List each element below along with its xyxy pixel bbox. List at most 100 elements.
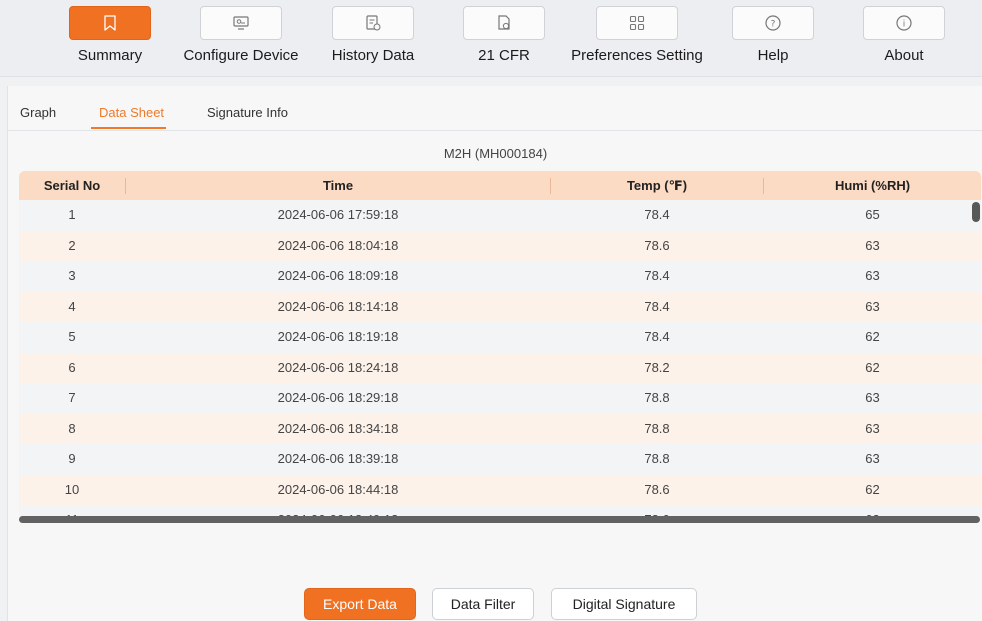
history-document-icon	[366, 15, 381, 31]
cell-time: 2024-06-06 18:09:18	[277, 268, 399, 283]
nav-about-button[interactable]: i	[863, 6, 945, 40]
file-compliance-icon	[498, 15, 510, 30]
table-row[interactable]: 7 2024-06-06 18:29:18 78.8 63	[19, 383, 981, 414]
cell-serial-no: 5	[68, 329, 76, 344]
tab-signature-info[interactable]: Signature Info	[207, 105, 288, 120]
cell-time: 2024-06-06 18:44:18	[277, 481, 399, 497]
column-header-humi[interactable]: Humi (%RH)	[764, 171, 981, 200]
nav-configure-device-button[interactable]	[200, 6, 282, 40]
nav-about-label: About	[884, 47, 924, 64]
info-circle-icon: i	[896, 15, 912, 31]
cell-serial-no: 3	[68, 268, 76, 283]
view-tabs: Graph Data Sheet Signature Info	[8, 86, 982, 131]
cell-time: 2024-06-06 18:19:18	[277, 329, 399, 344]
cell-time: 2024-06-06 18:34:18	[277, 420, 399, 436]
cell-humi: 63	[865, 390, 880, 405]
cell-time: 2024-06-06 17:59:18	[277, 207, 399, 222]
cell-time: 2024-06-06 18:39:18	[277, 451, 399, 466]
nav-summary[interactable]: Summary	[40, 0, 180, 76]
cell-temp: 78.4	[644, 329, 670, 344]
cell-temp: 78.2	[644, 359, 670, 375]
cell-temp: 78.8	[644, 451, 670, 466]
table-row[interactable]: 3 2024-06-06 18:09:18 78.4 63	[19, 261, 981, 292]
cell-time: 2024-06-06 18:04:18	[277, 237, 399, 253]
content-panel: Graph Data Sheet Signature Info M2H (MH0…	[7, 86, 982, 621]
nav-preferences-setting-label: Preferences Setting	[571, 47, 703, 64]
top-navigation: Summary Configure Device History Data 21…	[0, 0, 982, 77]
cell-humi: 63	[865, 237, 880, 253]
table-row[interactable]: 10 2024-06-06 18:44:18 78.6 62	[19, 474, 981, 505]
active-tab-indicator	[91, 127, 166, 129]
device-title: M2H (MH000184)	[443, 146, 548, 161]
cell-temp: 78.4	[644, 207, 670, 222]
nav-summary-label: Summary	[77, 47, 143, 64]
cell-serial-no: 2	[68, 237, 76, 253]
cell-humi: 62	[865, 481, 880, 497]
nav-help-button[interactable]: ?	[732, 6, 814, 40]
cell-serial-no: 1	[68, 207, 76, 222]
export-data-button[interactable]: Export Data	[304, 588, 416, 620]
cell-serial-no: 9	[68, 451, 76, 466]
nav-history-data[interactable]: History Data	[303, 0, 443, 76]
nav-help[interactable]: ? Help	[703, 0, 843, 76]
nav-history-data-label: History Data	[331, 47, 415, 64]
cell-humi: 63	[865, 451, 880, 466]
cell-humi: 62	[865, 359, 880, 375]
data-table: Serial No Time Temp (℉) Humi (%RH) 1 202…	[19, 171, 981, 518]
cell-temp: 78.6	[644, 237, 670, 253]
cell-temp: 78.4	[644, 298, 670, 314]
cell-humi: 62	[865, 329, 880, 344]
cell-serial-no: 6	[68, 359, 76, 375]
cell-temp: 78.8	[644, 420, 670, 436]
column-header-serial-no[interactable]: Serial No	[19, 171, 125, 200]
table-header: Serial No Time Temp (℉) Humi (%RH)	[19, 171, 981, 200]
cell-temp: 78.4	[644, 268, 670, 283]
tab-data-sheet[interactable]: Data Sheet	[99, 105, 164, 120]
nav-history-data-button[interactable]	[332, 6, 414, 40]
tab-graph[interactable]: Graph	[20, 105, 56, 120]
vertical-scrollbar[interactable]	[972, 202, 980, 222]
nav-21-cfr-label: 21 CFR	[478, 47, 530, 64]
svg-text:i: i	[903, 20, 906, 30]
nav-preferences-setting-button[interactable]	[596, 6, 678, 40]
cell-serial-no: 10	[64, 481, 80, 497]
cell-time: 2024-06-06 18:29:18	[277, 390, 399, 405]
table-row[interactable]: 4 2024-06-06 18:14:18 78.4 63	[19, 291, 981, 322]
nav-summary-button[interactable]	[69, 6, 151, 40]
cell-serial-no: 8	[68, 420, 76, 436]
table-row[interactable]: 1 2024-06-06 17:59:18 78.4 65	[19, 200, 981, 231]
cell-temp: 78.8	[644, 390, 670, 405]
nav-configure-device-label: Configure Device	[183, 47, 299, 64]
nav-help-label: Help	[757, 47, 789, 64]
cell-serial-no: 4	[68, 298, 76, 314]
device-monitor-icon	[233, 16, 249, 30]
cell-temp: 78.6	[644, 481, 670, 497]
digital-signature-button[interactable]: Digital Signature	[551, 588, 697, 620]
data-filter-button[interactable]: Data Filter	[432, 588, 534, 620]
grid-settings-icon	[629, 15, 645, 31]
cell-time: 2024-06-06 18:24:18	[277, 359, 399, 375]
table-row[interactable]: 6 2024-06-06 18:24:18 78.2 62	[19, 352, 981, 383]
table-row[interactable]: 9 2024-06-06 18:39:18 78.8 63	[19, 444, 981, 475]
bookmark-icon	[104, 15, 116, 31]
cell-humi: 63	[865, 268, 880, 283]
cell-serial-no: 7	[68, 390, 76, 405]
nav-about[interactable]: i About	[834, 0, 974, 76]
nav-configure-device[interactable]: Configure Device	[171, 0, 311, 76]
table-row[interactable]: 5 2024-06-06 18:19:18 78.4 62	[19, 322, 981, 353]
cell-humi: 63	[865, 420, 880, 436]
help-circle-icon: ?	[765, 15, 781, 31]
nav-21-cfr-button[interactable]	[463, 6, 545, 40]
horizontal-scrollbar[interactable]	[19, 516, 980, 523]
cell-humi: 65	[865, 207, 880, 222]
column-header-time[interactable]: Time	[126, 171, 550, 200]
table-row[interactable]: 2 2024-06-06 18:04:18 78.6 63	[19, 230, 981, 261]
cell-humi: 63	[865, 298, 880, 314]
svg-text:?: ?	[771, 20, 776, 30]
column-header-temp[interactable]: Temp (℉)	[551, 171, 763, 200]
nav-21-cfr[interactable]: 21 CFR	[434, 0, 574, 76]
table-body[interactable]: 1 2024-06-06 17:59:18 78.4 65 2 2024-06-…	[19, 200, 981, 518]
table-row[interactable]: 8 2024-06-06 18:34:18 78.8 63	[19, 413, 981, 444]
cell-time: 2024-06-06 18:14:18	[277, 298, 399, 314]
nav-preferences-setting[interactable]: Preferences Setting	[567, 0, 707, 76]
